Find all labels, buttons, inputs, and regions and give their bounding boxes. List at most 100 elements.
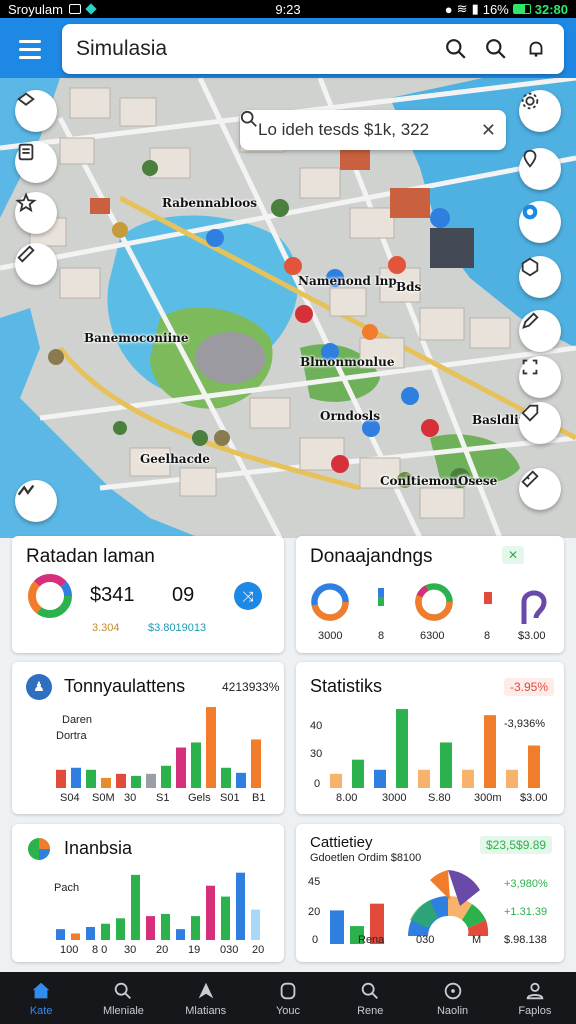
chart-bar <box>236 772 246 788</box>
y-tick: 0 <box>312 934 319 946</box>
dona-label: $3.00 <box>518 630 546 642</box>
x-tick: 30 <box>124 944 137 956</box>
layers-button[interactable] <box>15 90 57 132</box>
nav-places[interactable]: Naolin <box>411 972 493 1024</box>
chart-bar <box>206 707 216 788</box>
bar-chart <box>330 709 540 788</box>
hook-icon <box>521 590 547 624</box>
nav-maps[interactable]: Mlatians <box>165 972 247 1024</box>
nav-label: Youc <box>275 1004 301 1017</box>
chart-bar <box>146 773 156 788</box>
indon-card[interactable]: Inanbsia Pach 100 8 0 30 20 19 030 20 <box>12 824 284 962</box>
dona-label: 6300 <box>420 630 445 642</box>
catt-pct: $.98.138 <box>504 934 547 946</box>
y-tick: 40 <box>310 720 323 732</box>
chart-bar <box>176 929 185 940</box>
map-view[interactable]: Rabennabloos Namenond lnp Banemoconiine … <box>0 18 576 538</box>
clear-search-icon[interactable]: ✕ <box>481 120 496 141</box>
navigate-icon <box>198 982 214 998</box>
layers-icon <box>17 92 35 106</box>
star-button[interactable] <box>15 192 57 234</box>
x-tick: 8 0 <box>92 944 108 956</box>
close-icon[interactable]: ✕ <box>502 546 525 564</box>
chart-bar <box>191 742 201 788</box>
x-tick: S01 <box>220 792 240 804</box>
chart-bar <box>206 885 215 940</box>
pencil-icon <box>522 312 539 329</box>
x-tick: S.80 <box>428 792 451 804</box>
expand-button[interactable] <box>519 356 561 398</box>
radan-card[interactable]: Ratadan laman $341 09 ⤨ 3.304 $3.8019013 <box>12 536 284 653</box>
box-icon <box>521 257 539 277</box>
dona-card[interactable]: Donaajandngs ✕ 3000 8 6300 8 $3.00 <box>296 536 564 653</box>
y-tick: 20 <box>308 906 321 918</box>
chart-bar <box>56 769 66 788</box>
x-tick: 20 <box>156 944 169 956</box>
nav-label: Rene <box>357 1004 384 1017</box>
radan-value: $341 <box>90 584 135 606</box>
edit-button[interactable] <box>519 310 561 352</box>
home-icon <box>32 982 50 998</box>
x-tick: 8.00 <box>336 792 358 804</box>
catt-chip: $23,5$9.89 <box>480 836 553 854</box>
catt-card[interactable]: Cattietiey Gdoetlen Ordim $8100 $23,5$9.… <box>296 824 564 962</box>
chart-bar <box>116 918 125 940</box>
chart-bar <box>330 773 342 788</box>
nav-profile[interactable]: Faplos <box>494 972 576 1024</box>
chart-bar <box>462 769 474 788</box>
zoom-icon[interactable] <box>482 35 510 63</box>
star-icon <box>15 192 37 213</box>
nav-you[interactable]: Youc <box>247 972 329 1024</box>
app-search-bar[interactable]: Simulasia <box>62 24 564 74</box>
pin-button[interactable] <box>519 148 561 190</box>
nav-search[interactable]: Mleniale <box>82 972 164 1024</box>
nav-recent[interactable]: Rene <box>329 972 411 1024</box>
mini-bar <box>484 592 492 604</box>
tag-button[interactable] <box>519 402 561 444</box>
menu-button[interactable] <box>10 32 50 66</box>
chart-bar <box>71 767 81 788</box>
chart-bar <box>484 715 496 788</box>
dona-label: 8 <box>484 630 491 642</box>
shuffle-button[interactable]: ⤨ <box>234 582 262 610</box>
list-button[interactable] <box>15 141 57 183</box>
ruler-button[interactable] <box>15 243 57 285</box>
map-label: Banemoconiine <box>84 331 189 345</box>
map-label: Osese <box>458 474 498 488</box>
card-title: Inanbsia <box>64 838 133 858</box>
card-title: Statistiks <box>310 676 383 696</box>
x-tick: B1 <box>252 792 266 804</box>
x-tick: 3000 <box>382 792 407 804</box>
dona-label: 8 <box>378 630 385 642</box>
alarm-icon: ● <box>444 1 453 17</box>
app-title: Simulasia <box>76 37 168 60</box>
map-label: Bds <box>396 280 422 294</box>
x-tick: 19 <box>188 944 201 956</box>
map-search-box[interactable]: Lo ideh tesds $1k, 322 ✕ <box>240 110 506 150</box>
map-search-query[interactable]: Lo ideh tesds $1k, 322 <box>258 120 481 140</box>
x-tick: 300m <box>474 792 502 804</box>
tonny-card[interactable]: ♟ Tonnyaulattens 4213933% Daren Dortra S… <box>12 662 284 814</box>
nav-home[interactable]: Kate <box>0 972 82 1024</box>
bar-chart <box>56 872 260 940</box>
route-button[interactable] <box>15 480 57 522</box>
box-button[interactable] <box>519 256 561 298</box>
card-title: Ratadan laman <box>26 546 155 567</box>
chart-bar <box>146 916 155 940</box>
x-tick: $3.00 <box>520 792 548 804</box>
measure-button[interactable] <box>519 468 561 510</box>
bell-icon[interactable] <box>522 35 550 63</box>
search-icon[interactable] <box>442 35 470 63</box>
search-icon <box>115 982 132 999</box>
chart-bar <box>352 759 364 788</box>
y-tick: 30 <box>310 748 323 760</box>
chart-bar <box>161 913 170 940</box>
chat-button[interactable] <box>519 201 561 243</box>
measure-icon <box>521 470 539 488</box>
ruler-icon <box>17 245 35 263</box>
settings-button[interactable] <box>519 90 561 132</box>
stats-card[interactable]: Statistiks -3.95% -3,936% 40 30 0 8.00 30… <box>296 662 564 814</box>
chart-bar <box>221 767 231 788</box>
search-icon <box>240 110 257 127</box>
chart-bar <box>86 926 95 940</box>
